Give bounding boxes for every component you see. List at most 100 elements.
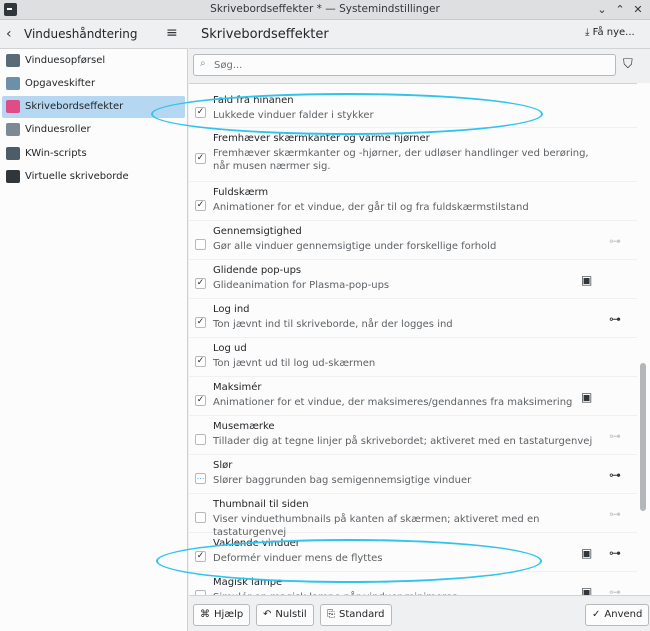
- apply-icon: ✓: [592, 609, 601, 620]
- search-box[interactable]: ⌕: [193, 54, 616, 76]
- configure-icon[interactable]: ⊶: [609, 546, 621, 560]
- effect-row[interactable]: Thumbnail til siden Viser vinduethumbnail…: [189, 494, 637, 538]
- search-row: ⌕ ⛉: [189, 51, 650, 79]
- video-preview-icon[interactable]: ▣: [581, 585, 592, 595]
- sidebar: ‹ Vindueshåndtering ≡ Vinduesopførsel Opg…: [0, 21, 188, 631]
- effect-title: Maksimér: [213, 382, 262, 393]
- effect-title: Thumbnail til siden: [213, 499, 309, 510]
- effect-title: Fremhæver skærmkanter og varme hjørner: [213, 133, 430, 144]
- effect-description: Animationer for et vindue, der går til o…: [213, 202, 529, 213]
- help-label: Hjælp: [214, 609, 244, 620]
- main-header: Skrivebordseffekter ⤓ Få nye...: [189, 21, 650, 49]
- sidebar-item[interactable]: Virtuelle skriveborde: [2, 166, 185, 188]
- effect-row[interactable]: Magisk lampeSimulér en magisk lampe når …: [189, 572, 637, 595]
- help-button[interactable]: ⌘ Hjælp: [193, 604, 251, 626]
- apply-button[interactable]: ✓ Anvend: [585, 604, 650, 626]
- effect-checkbox[interactable]: [195, 434, 206, 445]
- effect-description: Slører baggrunden bag semigennemsigtige …: [213, 475, 472, 486]
- get-new-button[interactable]: ⤓ Få nye...: [585, 27, 635, 38]
- effect-checkbox[interactable]: [195, 239, 206, 250]
- configure-icon[interactable]: ⊶: [609, 507, 621, 521]
- effects-icon: [6, 100, 20, 113]
- effect-description: Ton jævnt ind til skriveborde, når der l…: [213, 319, 453, 330]
- effect-row[interactable]: Log ud Ton jævnt ud til log ud-skærmen: [189, 338, 637, 377]
- desktops-icon: [6, 170, 20, 183]
- search-input[interactable]: [214, 58, 609, 72]
- rules-icon: [6, 123, 20, 136]
- partial-row-edge: [213, 84, 473, 86]
- configure-icon[interactable]: ⊶: [609, 234, 621, 248]
- effect-checkbox[interactable]: [195, 153, 206, 164]
- effect-title: Glidende pop-ups: [213, 265, 302, 276]
- main-panel: Skrivebordseffekter ⤓ Få nye... ⌕ ⛉ Fald…: [189, 21, 650, 631]
- sidebar-item[interactable]: Vinduesopførsel: [2, 50, 185, 72]
- page-title: Skrivebordseffekter: [201, 27, 329, 42]
- effect-checkbox[interactable]: [195, 356, 206, 367]
- defaults-icon: ⎘: [327, 609, 335, 620]
- window-icon: [6, 54, 20, 67]
- effect-title: Vaklende vinduer: [213, 538, 300, 549]
- defaults-button[interactable]: ⎘ Standard: [320, 604, 392, 626]
- sidebar-header: ‹ Vindueshåndtering ≡: [0, 21, 188, 49]
- sidebar-item-label: Virtuelle skriveborde: [25, 171, 129, 182]
- effect-row[interactable]: Gennemsigtighed Gør alle vinduer gennemsi…: [189, 221, 637, 260]
- window-titlebar: Skrivebordseffekter * — Systemindstillin…: [0, 0, 650, 20]
- back-icon[interactable]: ‹: [6, 26, 12, 42]
- effect-row[interactable]: Fuldskærm Animationer for et vindue, der …: [189, 182, 637, 221]
- configure-icon[interactable]: ⊶: [609, 429, 621, 443]
- taskswitcher-icon: [6, 77, 20, 90]
- effect-row[interactable]: Fald fra hinanen Lukkede vinduer falder i…: [189, 90, 637, 128]
- effect-checkbox[interactable]: [195, 551, 206, 562]
- video-preview-icon[interactable]: ▣: [581, 273, 592, 287]
- minimize-icon[interactable]: ⌄: [594, 2, 610, 18]
- effect-checkbox[interactable]: [195, 107, 206, 118]
- reset-label: Nulstil: [275, 609, 307, 620]
- apply-label: Anvend: [604, 609, 643, 620]
- scrollbar-thumb[interactable]: [640, 363, 646, 511]
- configure-icon[interactable]: ⊶: [609, 468, 621, 482]
- effect-row[interactable]: Musemærke Tillader dig at tegne linjer på…: [189, 416, 637, 455]
- sidebar-item[interactable]: Skrivebordseffekter: [2, 96, 185, 118]
- effect-checkbox[interactable]: [195, 473, 206, 484]
- video-preview-icon[interactable]: ▣: [581, 546, 592, 560]
- effect-row[interactable]: Slør Slører baggrunden bag semigennemsigt…: [189, 455, 637, 494]
- effect-checkbox[interactable]: [195, 200, 206, 211]
- sidebar-item[interactable]: Vinduesroller: [2, 119, 185, 141]
- window-title: Skrivebordseffekter * — Systemindstillin…: [210, 3, 440, 15]
- close-icon[interactable]: ✕: [630, 2, 646, 18]
- effect-description: Lukkede vinduer falder i stykker: [213, 110, 374, 121]
- effect-row[interactable]: Fremhæver skærmkanter og varme hjørner Fr…: [189, 128, 637, 182]
- effect-description: Glideanimation for Plasma-pop-ups: [213, 280, 390, 291]
- defaults-label: Standard: [339, 609, 385, 620]
- filter-icon[interactable]: ⛉: [623, 57, 633, 72]
- video-preview-icon[interactable]: ▣: [581, 390, 592, 404]
- reset-button[interactable]: ↶ Nulstil: [256, 604, 314, 626]
- effect-title: Slør: [213, 460, 233, 471]
- effect-description: Ton jævnt ud til log ud-skærmen: [213, 358, 376, 369]
- configure-icon[interactable]: ⊶: [609, 312, 621, 326]
- effect-row[interactable]: Log ind Ton jævnt ind til skriveborde, nå…: [189, 299, 637, 338]
- effect-row[interactable]: Glidende pop-ups Glideanimation for Plasm…: [189, 260, 637, 299]
- effect-row[interactable]: Vaklende vinduer Deformér vinduer mens de…: [189, 533, 637, 572]
- get-new-label: Få nye...: [592, 27, 635, 38]
- maximize-icon[interactable]: ⌃: [612, 2, 628, 18]
- effect-row[interactable]: Maksimér Animationer for et vindue, der m…: [189, 377, 637, 416]
- effect-checkbox[interactable]: [195, 512, 206, 523]
- effects-list: Fald fra hinanen Lukkede vinduer falder i…: [189, 83, 637, 595]
- hamburger-menu-icon[interactable]: ≡: [166, 25, 178, 41]
- scrollbar[interactable]: [637, 83, 650, 595]
- effect-checkbox[interactable]: [195, 317, 206, 328]
- effect-description: Animationer for et vindue, der maksimere…: [213, 397, 573, 408]
- effect-checkbox[interactable]: [195, 395, 206, 406]
- effect-title: Fald fra hinanen: [213, 95, 294, 106]
- sidebar-item[interactable]: KWin-scripts: [2, 143, 185, 165]
- effect-title: Magisk lampe: [213, 577, 283, 588]
- download-icon: ⤓: [585, 27, 590, 38]
- effect-title: Musemærke: [213, 421, 275, 432]
- footer-bar: ⌘ Hjælp ↶ Nulstil ⎘ Standard ✓ Anvend: [189, 595, 650, 631]
- sidebar-item[interactable]: Opgaveskifter: [2, 73, 185, 95]
- effect-title: Gennemsigtighed: [213, 226, 302, 237]
- configure-icon[interactable]: ⊶: [609, 585, 621, 595]
- scripts-icon: [6, 147, 20, 160]
- effect-checkbox[interactable]: [195, 278, 206, 289]
